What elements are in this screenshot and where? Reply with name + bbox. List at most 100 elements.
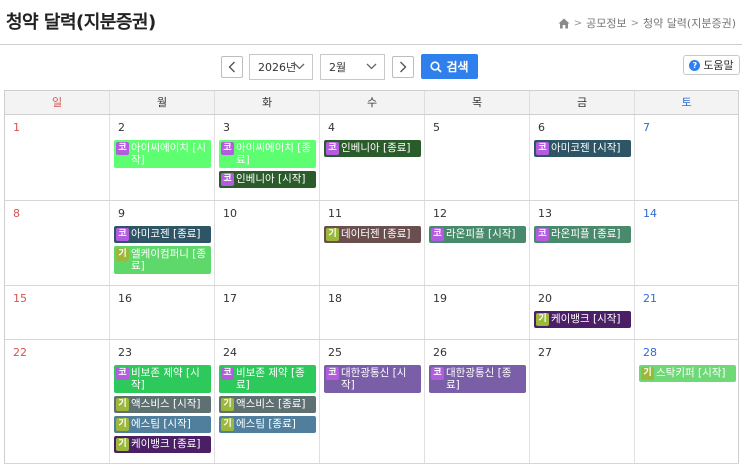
- day-number: 3: [223, 121, 230, 134]
- subscription-event[interactable]: 기 케이뱅크 [종료]: [114, 436, 211, 453]
- subscription-event[interactable]: 코 비보존 제약 [종료]: [219, 365, 316, 393]
- market-tag-badge: 코: [221, 367, 234, 380]
- calendar-day: 15: [4, 286, 109, 339]
- market-tag-badge: 기: [641, 367, 654, 380]
- day-number: 2: [118, 121, 125, 134]
- subscription-event[interactable]: 기 액스비스 [종료]: [219, 396, 316, 413]
- home-icon[interactable]: [558, 18, 570, 29]
- day-number: 25: [328, 346, 342, 359]
- calendar-weeks: 1 2 코 아이씨에이치 [시작] 3 코 아이씨에이치 [종료] 코 인베니아 [시작] 4 코 인…: [4, 115, 739, 464]
- calendar-day: 21: [634, 286, 739, 339]
- day-number: 24: [223, 346, 237, 359]
- calendar-day: 6 코 아미코젠 [시작]: [529, 115, 634, 200]
- day-number: 21: [643, 292, 657, 305]
- calendar-controls: 2026년 2월 검색 ? 도움말: [0, 54, 742, 80]
- day-number: 20: [538, 292, 552, 305]
- month-select[interactable]: 2월: [320, 54, 385, 80]
- event-label: 비보존 제약 [시작]: [131, 367, 200, 391]
- calendar-day: 25 코 대한광통신 [시작]: [319, 340, 424, 463]
- market-tag-badge: 코: [116, 142, 129, 155]
- market-tag-badge: 기: [536, 313, 549, 326]
- market-tag-badge: 기: [116, 438, 129, 451]
- market-tag-badge: 코: [221, 173, 234, 186]
- subscription-event[interactable]: 코 인베니아 [시작]: [219, 171, 316, 188]
- calendar-week: 15 16 17 18 19 20 기 케이뱅크 [시작] 21: [4, 286, 739, 340]
- day-number: 18: [328, 292, 342, 305]
- subscription-event[interactable]: 코 아미코젠 [시작]: [534, 140, 631, 157]
- event-label: 케이뱅크 [시작]: [551, 313, 621, 325]
- search-button[interactable]: 검색: [421, 54, 478, 79]
- day-number: 10: [223, 207, 237, 220]
- breadcrumb-item-current: 청약 달력(지분증권): [642, 17, 736, 30]
- year-select[interactable]: 2026년: [249, 54, 313, 80]
- calendar-day: 28 기 스탁키퍼 [시작]: [634, 340, 739, 463]
- market-tag-badge: 기: [221, 418, 234, 431]
- chevron-right-icon: [400, 61, 407, 73]
- weekday-wed: 수: [319, 91, 424, 114]
- subscription-event[interactable]: 기 엘케이컴퍼니 [종료]: [114, 246, 211, 274]
- calendar-week: 1 2 코 아이씨에이치 [시작] 3 코 아이씨에이치 [종료] 코 인베니아 [시작] 4 코 인…: [4, 115, 739, 201]
- market-tag-badge: 기: [116, 418, 129, 431]
- subscription-event[interactable]: 코 라온피플 [시작]: [429, 226, 526, 243]
- event-label: 아미코젠 [시작]: [551, 142, 621, 154]
- weekday-header: 일 월 화 수 목 금 토: [4, 90, 739, 115]
- event-label: 액스비스 [종료]: [236, 398, 306, 410]
- market-tag-badge: 기: [116, 248, 129, 261]
- month-select-value: 2월: [329, 61, 347, 74]
- page-title: 청약 달력(지분증권): [6, 12, 156, 33]
- calendar-day: 8: [4, 201, 109, 285]
- next-month-button[interactable]: [392, 56, 414, 78]
- market-tag-badge: 코: [326, 142, 339, 155]
- subscription-event[interactable]: 기 스탁키퍼 [시작]: [639, 365, 736, 382]
- calendar-day: 23 코 비보존 제약 [시작] 기 액스비스 [시작] 기 에스팀 [시작] 기 케이뱅크 […: [109, 340, 214, 463]
- breadcrumb-item[interactable]: 공모정보: [586, 15, 626, 31]
- calendar-week: 8 9 코 아미코젠 [종료] 기 엘케이컴퍼니 [종료] 10 11 기 데이터젠 [종료] 12…: [4, 201, 739, 286]
- help-icon: ?: [689, 59, 701, 71]
- chevron-right-icon: >: [630, 17, 639, 29]
- subscription-event[interactable]: 코 인베니아 [종료]: [324, 140, 421, 157]
- subscription-event[interactable]: 코 비보존 제약 [시작]: [114, 365, 211, 393]
- event-label: 아이씨에이치 [시작]: [131, 142, 207, 166]
- weekday-tue: 화: [214, 91, 319, 114]
- day-number: 16: [118, 292, 132, 305]
- day-number: 5: [433, 121, 440, 134]
- year-select-value: 2026년: [258, 61, 297, 74]
- event-label: 엘케이컴퍼니 [종료]: [131, 248, 207, 272]
- calendar-day: 1: [4, 115, 109, 200]
- subscription-event[interactable]: 코 아미코젠 [종료]: [114, 226, 211, 243]
- calendar-grid: 일 월 화 수 목 금 토 1 2 코 아이씨에이치 [시작] 3 코 아이씨에이치 [종료…: [4, 90, 739, 464]
- subscription-event[interactable]: 기 케이뱅크 [시작]: [534, 311, 631, 328]
- prev-month-button[interactable]: [221, 56, 243, 78]
- help-button[interactable]: ? 도움말: [683, 55, 740, 75]
- event-label: 비보존 제약 [종료]: [236, 367, 305, 391]
- day-number: 6: [538, 121, 545, 134]
- subscription-event[interactable]: 코 대한광통신 [시작]: [324, 365, 421, 393]
- event-label: 에스팀 [시작]: [131, 418, 191, 430]
- event-label: 인베니아 [시작]: [236, 173, 306, 185]
- event-label: 라온피플 [종료]: [551, 228, 621, 240]
- calendar-day: 2 코 아이씨에이치 [시작]: [109, 115, 214, 200]
- subscription-event[interactable]: 코 아이씨에이치 [시작]: [114, 140, 211, 168]
- day-number: 4: [328, 121, 335, 134]
- market-tag-badge: 코: [221, 142, 234, 155]
- market-tag-badge: 코: [116, 367, 129, 380]
- market-tag-badge: 기: [221, 398, 234, 411]
- subscription-event[interactable]: 코 라온피플 [종료]: [534, 226, 631, 243]
- event-label: 데이터젠 [종료]: [341, 228, 411, 240]
- subscription-event[interactable]: 기 에스팀 [종료]: [219, 416, 316, 433]
- weekday-sat: 토: [634, 91, 739, 114]
- calendar-day: 19: [424, 286, 529, 339]
- subscription-event[interactable]: 기 에스팀 [시작]: [114, 416, 211, 433]
- day-number: 8: [13, 207, 20, 220]
- subscription-event[interactable]: 코 대한광통신 [종료]: [429, 365, 526, 393]
- event-label: 케이뱅크 [종료]: [131, 438, 201, 450]
- subscription-event[interactable]: 코 아이씨에이치 [종료]: [219, 140, 316, 168]
- subscription-event[interactable]: 기 액스비스 [시작]: [114, 396, 211, 413]
- event-label: 아미코젠 [종료]: [131, 228, 201, 240]
- market-tag-badge: 코: [536, 142, 549, 155]
- day-number: 28: [643, 346, 657, 359]
- calendar-day: 10: [214, 201, 319, 285]
- subscription-event[interactable]: 기 데이터젠 [종료]: [324, 226, 421, 243]
- event-label: 라온피플 [시작]: [446, 228, 516, 240]
- calendar-day: 7: [634, 115, 739, 200]
